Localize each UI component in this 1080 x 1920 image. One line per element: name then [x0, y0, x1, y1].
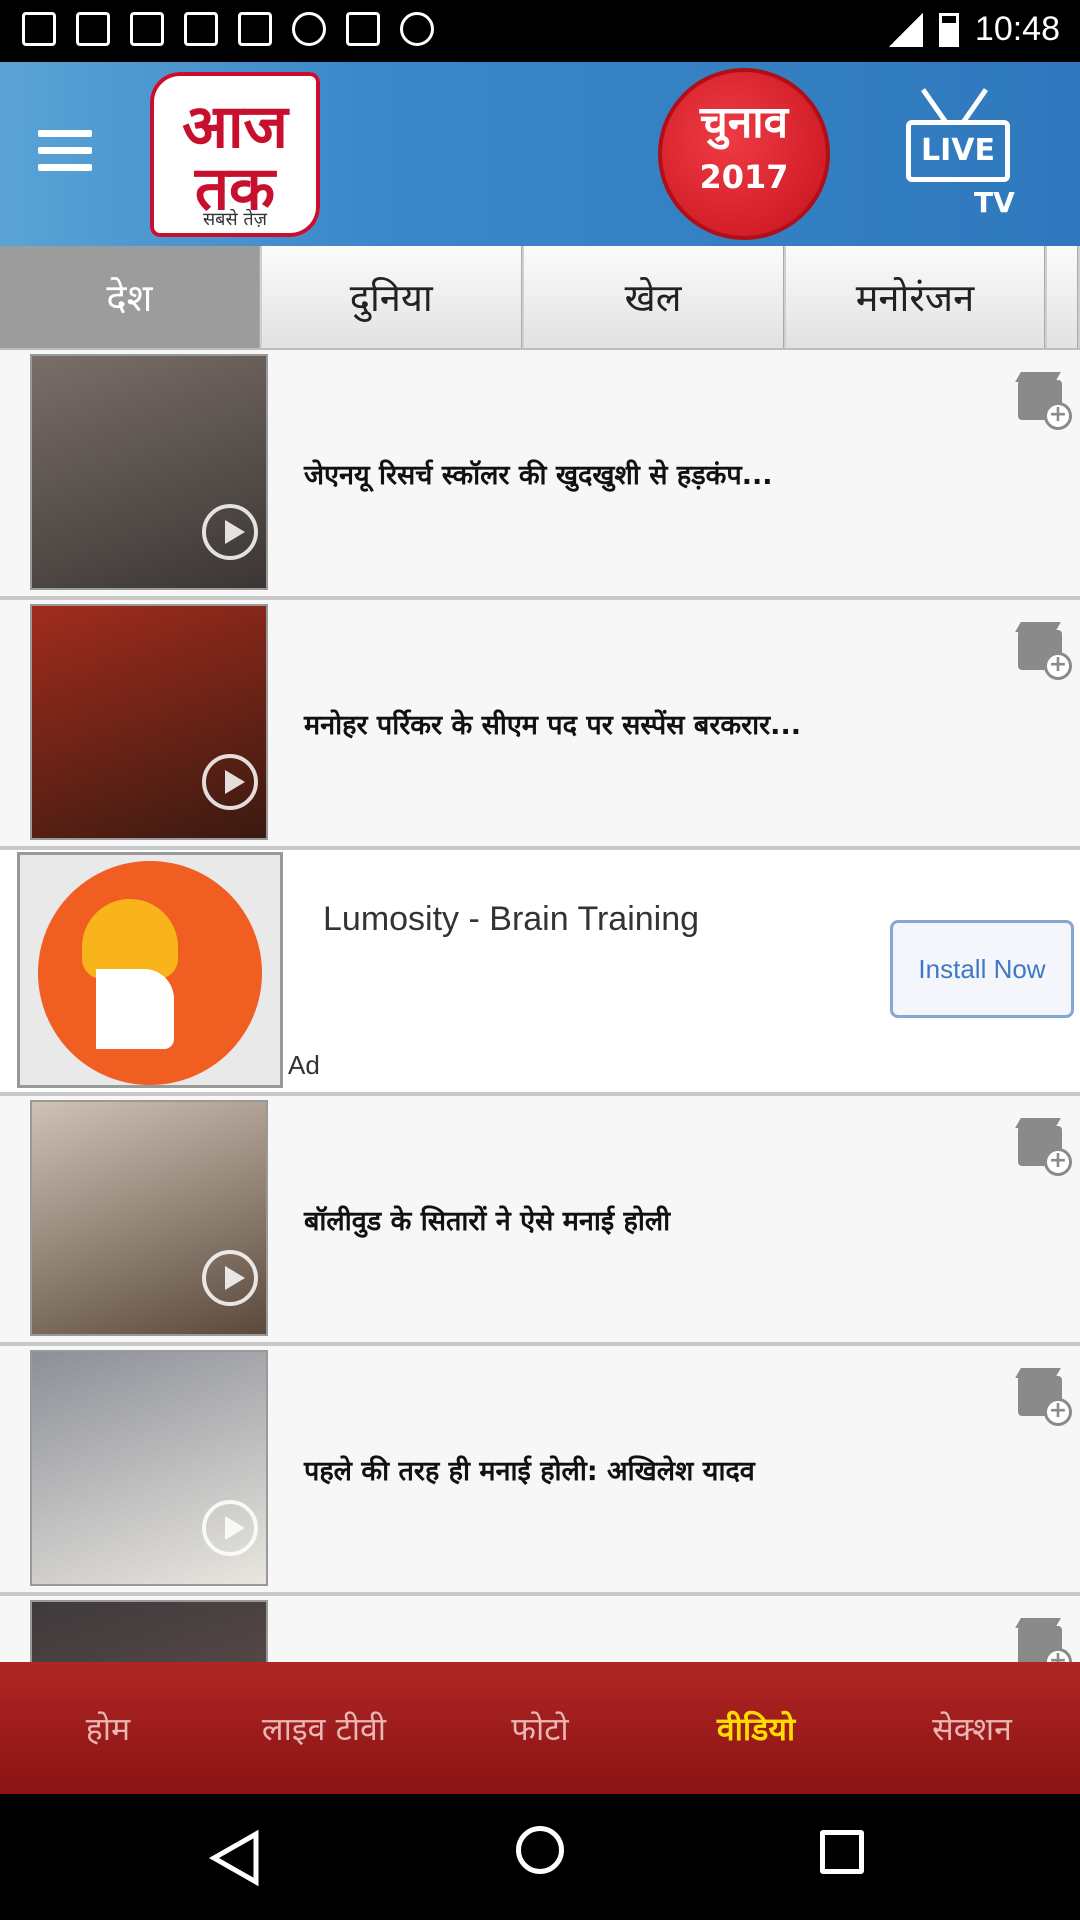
recents-icon[interactable]: [820, 1830, 864, 1874]
menu-icon[interactable]: [38, 130, 92, 174]
play-icon[interactable]: [202, 1250, 258, 1306]
play-icon[interactable]: [202, 504, 258, 560]
nav-photo[interactable]: फोटो: [432, 1662, 648, 1794]
app-header: आज तक सबसे तेज़ चुनाव 2017 LIVE TV: [0, 62, 1080, 246]
tab-khel[interactable]: खेल: [523, 246, 784, 348]
nav-section[interactable]: सेक्शन: [864, 1662, 1080, 1794]
chunav-label: चुनाव: [699, 97, 789, 148]
install-now-button[interactable]: Install Now: [890, 920, 1074, 1018]
back-icon[interactable]: [206, 1828, 266, 1888]
fake-gps-icon: [238, 12, 272, 46]
aajtak-logo[interactable]: आज तक सबसे तेज़: [150, 72, 320, 237]
video-thumbnail[interactable]: [30, 1600, 268, 1662]
add-to-watchlist-icon[interactable]: +: [1016, 1120, 1072, 1176]
video-thumbnail[interactable]: [30, 1350, 268, 1586]
add-to-watchlist-icon[interactable]: +: [1016, 374, 1072, 430]
video-item[interactable]: +: [0, 1596, 1080, 1662]
video-item[interactable]: मनोहर पर्रिकर के सीएम पद पर सस्पेंस बरकर…: [0, 600, 1080, 850]
clock: 10:48: [974, 10, 1060, 48]
live-tv-button[interactable]: LIVE TV: [902, 86, 1022, 226]
video-thumbnail[interactable]: [30, 354, 268, 590]
tv-label: TV: [974, 186, 1015, 219]
facebook-icon: [22, 12, 56, 46]
video-title[interactable]: बॉलीवुड के सितारों ने ऐसे मनाई होली: [304, 1096, 1004, 1342]
system-navigation-bar: [0, 1794, 1080, 1920]
play-icon[interactable]: [202, 1500, 258, 1556]
category-tabs: देश दुनिया खेल मनोरंजन: [0, 246, 1080, 351]
ad-label: Ad: [288, 1050, 320, 1080]
tab-more[interactable]: [1047, 246, 1079, 348]
chunav-year: 2017: [699, 158, 789, 196]
add-to-watchlist-icon[interactable]: +: [1016, 1620, 1072, 1662]
android-icon: [400, 12, 434, 46]
video-item[interactable]: जेएनयू रिसर्च स्कॉलर की खुदखुशी से हड़कं…: [0, 350, 1080, 600]
play-icon[interactable]: [202, 754, 258, 810]
live-label: LIVE: [906, 120, 1010, 182]
ad-banner[interactable]: Lumosity - Brain Training Ad Install Now: [0, 850, 1080, 1096]
add-to-watchlist-icon[interactable]: +: [1016, 1370, 1072, 1426]
gallery-icon: [184, 12, 218, 46]
add-to-watchlist-icon[interactable]: +: [1016, 624, 1072, 680]
video-thumbnail[interactable]: [30, 1100, 268, 1336]
battery-icon: [938, 12, 959, 47]
notification-icons: [22, 12, 434, 46]
tab-duniya[interactable]: दुनिया: [261, 246, 522, 348]
home-icon[interactable]: [516, 1826, 564, 1874]
lumosity-app-icon[interactable]: [17, 852, 283, 1088]
tab-manoranjan[interactable]: मनोरंजन: [785, 246, 1046, 348]
logo-text: आज तक: [182, 92, 288, 224]
sync-icon: [292, 12, 326, 46]
chunav-2017-button[interactable]: चुनाव 2017: [658, 68, 830, 240]
logo-tagline: सबसे तेज़: [203, 209, 267, 230]
facebook-icon: [76, 12, 110, 46]
bottom-navigation: होम लाइव टीवी फोटो वीडियो सेक्शन: [0, 1662, 1080, 1794]
video-title[interactable]: मनोहर पर्रिकर के सीएम पद पर सस्पेंस बरकर…: [304, 600, 1004, 846]
nav-video[interactable]: वीडियो: [648, 1662, 864, 1794]
video-item[interactable]: पहले की तरह ही मनाई होली: अखिलेश यादव +: [0, 1346, 1080, 1596]
tv-antenna-icon: [920, 88, 949, 124]
video-item[interactable]: बॉलीवुड के सितारों ने ऐसे मनाई होली +: [0, 1096, 1080, 1346]
ad-title[interactable]: Lumosity - Brain Training: [323, 900, 699, 939]
facebook-icon: [130, 12, 164, 46]
nav-live-tv[interactable]: लाइव टीवी: [216, 1662, 432, 1794]
video-title[interactable]: जेएनयू रिसर्च स्कॉलर की खुदखुशी से हड़कं…: [304, 350, 1004, 596]
tv-antenna-icon: [960, 88, 989, 124]
status-bar: 10:48: [0, 0, 1080, 62]
video-thumbnail[interactable]: [30, 604, 268, 840]
signal-icon: [888, 12, 923, 47]
nav-home[interactable]: होम: [0, 1662, 216, 1794]
video-title[interactable]: [304, 1596, 1004, 1662]
brain-head-icon: [76, 899, 186, 1049]
lock-icon: [346, 12, 380, 46]
video-title[interactable]: पहले की तरह ही मनाई होली: अखिलेश यादव: [304, 1346, 1004, 1592]
video-list[interactable]: जेएनयू रिसर्च स्कॉलर की खुदखुशी से हड़कं…: [0, 350, 1080, 1662]
tab-desh[interactable]: देश: [0, 246, 260, 348]
